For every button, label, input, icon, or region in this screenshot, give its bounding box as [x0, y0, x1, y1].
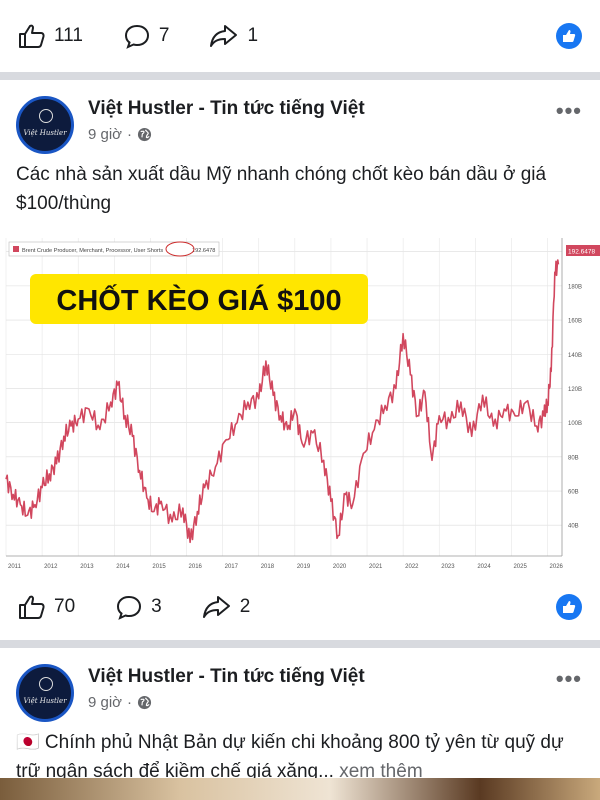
like-reaction-icon [556, 23, 582, 49]
feed-separator [0, 640, 600, 648]
post-text: Các nhà sản xuất dầu Mỹ nhanh chóng chốt… [16, 164, 547, 214]
avatar-logo-icon [39, 109, 53, 123]
comment-icon [124, 24, 149, 49]
more-options-button[interactable]: ••• [556, 666, 582, 692]
x-tick-label: 2021 [369, 564, 383, 570]
x-tick-label: 2018 [261, 564, 275, 570]
y-tick-label: 160B [568, 319, 582, 325]
legend-label: Brent Crude Producer, Merchant, Processo… [22, 248, 163, 254]
comment-button[interactable]: 7 [123, 23, 170, 49]
like-button[interactable]: 70 [18, 594, 75, 620]
comment-icon [117, 595, 142, 620]
avatar-logo-icon [39, 677, 53, 691]
thumbs-up-icon [19, 595, 45, 619]
y-tick-label: 140B [568, 353, 582, 359]
feed-separator [0, 72, 600, 80]
like-button[interactable]: 111 [18, 23, 83, 49]
last-value-label: 192.6478 [566, 245, 600, 256]
post-card: Việt Hustler Việt Hustler - Tin tức tiến… [0, 648, 600, 786]
y-tick-label: 60B [568, 490, 579, 496]
more-options-button[interactable]: ••• [556, 98, 582, 124]
previous-post-action-bar: 111 7 1 [0, 0, 600, 72]
headline-banner: CHỐT KÈO GIÁ $100 [30, 274, 368, 324]
post-header: Việt Hustler Việt Hustler - Tin tức tiến… [0, 648, 600, 722]
share-icon [202, 596, 230, 618]
y-tick-label: 80B [568, 455, 579, 461]
x-tick-label: 2026 [550, 564, 564, 570]
x-tick-label: 2022 [405, 564, 419, 570]
legend-value: 192.6478 [192, 248, 215, 254]
globe-icon [137, 127, 152, 142]
x-tick-label: 2023 [441, 564, 455, 570]
x-tick-label: 2015 [152, 564, 166, 570]
oil-shorts-chart: 2011 2012 2013 2014 2015 2016 2017 2018 2019 2020… [0, 226, 600, 574]
x-tick-label: 2012 [44, 564, 58, 570]
comment-button[interactable]: 3 [115, 594, 162, 620]
post-header: Việt Hustler Việt Hustler - Tin tức tiến… [0, 80, 600, 154]
y-tick-label: 100B [568, 421, 582, 427]
x-tick-label: 2011 [8, 564, 22, 570]
post-card: Việt Hustler Việt Hustler - Tin tức tiến… [0, 80, 600, 640]
y-tick-label: 40B [568, 524, 579, 530]
like-reaction-icon [556, 594, 582, 620]
x-tick-label: 2014 [116, 564, 130, 570]
meta-dot: · [127, 694, 133, 711]
like-count: 111 [54, 25, 83, 46]
thumbs-up-icon [19, 24, 45, 48]
chart-legend: Brent Crude Producer, Merchant, Processo… [8, 241, 220, 257]
share-button[interactable]: 1 [209, 23, 258, 49]
post-image-chart[interactable]: 2011 2012 2013 2014 2015 2016 2017 2018 2019 2020… [0, 226, 600, 574]
like-count: 70 [54, 596, 76, 617]
comment-count: 7 [158, 25, 170, 46]
page-name[interactable]: Việt Hustler - Tin tức tiếng Việt [88, 98, 365, 120]
banner-text: CHỐT KÈO GIÁ $100 [56, 283, 341, 317]
x-tick-label: 2024 [477, 564, 491, 570]
page-avatar[interactable]: Việt Hustler [16, 664, 74, 722]
legend-swatch [13, 246, 19, 252]
x-tick-label: 2020 [333, 564, 347, 570]
page-name[interactable]: Việt Hustler - Tin tức tiếng Việt [88, 666, 365, 688]
globe-icon [137, 695, 152, 710]
x-tick-label: 2016 [189, 564, 203, 570]
post-meta: 9 giờ · [88, 126, 152, 143]
x-tick-label: 2025 [513, 564, 527, 570]
avatar-brand-text: Việt Hustler [23, 697, 67, 705]
post-action-bar: 70 3 2 [0, 574, 600, 640]
page-avatar[interactable]: Việt Hustler [16, 96, 74, 154]
last-value-text: 192.6478 [568, 249, 595, 256]
share-icon [210, 25, 238, 47]
x-tick-label: 2017 [225, 564, 239, 570]
post-time[interactable]: 9 giờ [88, 694, 122, 711]
y-tick-label: 180B [568, 284, 582, 290]
x-tick-label: 2013 [80, 564, 94, 570]
post-meta: 9 giờ · [88, 694, 152, 711]
y-tick-label: 120B [568, 387, 582, 393]
meta-dot: · [127, 126, 133, 143]
post-time[interactable]: 9 giờ [88, 126, 122, 143]
share-count: 1 [247, 25, 259, 46]
post-image-preview[interactable] [0, 778, 600, 800]
x-tick-label: 2019 [297, 564, 311, 570]
post-text-body: 🇯🇵 Chính phủ Nhật Bản dự kiến chi khoảng… [16, 732, 564, 782]
comment-count: 3 [151, 596, 162, 617]
avatar-brand-text: Việt Hustler [23, 129, 67, 137]
share-count: 2 [239, 596, 251, 617]
share-button[interactable]: 2 [202, 594, 251, 620]
